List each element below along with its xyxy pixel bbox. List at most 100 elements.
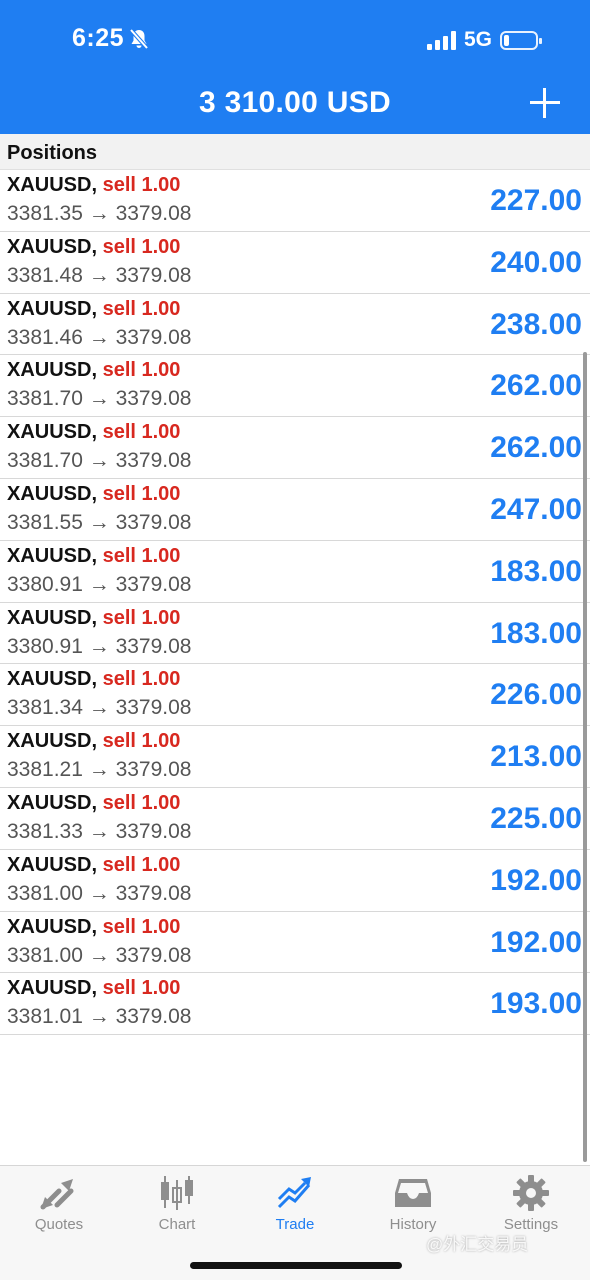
tab-quotes[interactable]: Quotes (0, 1174, 118, 1244)
position-title: XAUUSD, sell 1.00 (7, 977, 180, 1000)
position-side: sell 1.00 (102, 915, 181, 938)
position-title: XAUUSD, sell 1.00 (7, 298, 180, 321)
position-prices: 3381.35 → 3379.08 (7, 202, 192, 225)
position-title: XAUUSD, sell 1.00 (7, 854, 180, 877)
top-bar: 6:25 5G 3 310.00 USD (0, 0, 590, 134)
position-title: XAUUSD, sell 1.00 (7, 483, 180, 506)
position-title: XAUUSD, sell 1.00 (7, 421, 180, 444)
position-title: XAUUSD, sell 1.00 (7, 730, 180, 753)
position-side: sell 1.00 (102, 174, 181, 196)
tab-chart-label: Chart (158, 1216, 196, 1233)
position-profit: 183.00 (490, 554, 582, 588)
position-title: XAUUSD, sell 1.00 (7, 792, 180, 815)
position-side: sell 1.00 (102, 791, 181, 814)
positions-header: Positions (0, 134, 590, 170)
position-side: sell 1.00 (102, 668, 181, 691)
tab-trade[interactable]: Trade (236, 1174, 354, 1244)
position-profit: 225.00 (490, 801, 582, 835)
position-profit: 213.00 (490, 740, 582, 774)
position-row[interactable]: XAUUSD, sell 1.00 3381.00 → 3379.08 192.00 (0, 912, 590, 974)
position-side: sell 1.00 (102, 482, 181, 505)
position-row[interactable]: XAUUSD, sell 1.00 3381.00 → 3379.08 192.00 (0, 850, 590, 912)
position-symbol: XAUUSD, (7, 174, 98, 196)
position-prices: 3381.34 → 3379.08 (7, 696, 192, 720)
position-symbol: XAUUSD, (7, 421, 98, 444)
position-prices: 3381.01 → 3379.08 (7, 1005, 192, 1029)
position-profit: 193.00 (490, 987, 582, 1021)
position-row[interactable]: XAUUSD, sell 1.00 3381.34 → 3379.08 226.00 (0, 664, 590, 727)
position-row[interactable]: XAUUSD, sell 1.00 3381.70 → 3379.08 262.00 (0, 355, 590, 418)
position-row[interactable]: XAUUSD, sell 1.00 3381.70 → 3379.08 262.00 (0, 417, 590, 479)
position-symbol: XAUUSD, (7, 606, 98, 629)
position-profit: 262.00 (490, 369, 582, 403)
position-title: XAUUSD, sell 1.00 (7, 236, 180, 259)
positions-list: XAUUSD, sell 1.00 3381.35 → 3379.08 227.00… (0, 170, 590, 1036)
position-prices: 3381.55 → 3379.08 (7, 510, 192, 534)
position-side: sell 1.00 (102, 730, 181, 753)
status-time: 6:25 (72, 24, 125, 52)
position-prices: 3381.70 → 3379.08 (7, 387, 192, 411)
position-side: sell 1.00 (102, 235, 181, 258)
tab-chart[interactable]: Chart (118, 1174, 236, 1244)
position-title: XAUUSD, sell 1.00 (7, 668, 180, 691)
inbox-tray-icon (395, 1179, 431, 1207)
position-row[interactable]: XAUUSD, sell 1.00 3380.91 → 3379.08 183.00 (0, 603, 590, 665)
position-row[interactable]: XAUUSD, sell 1.00 3381.35 → 3379.08 227.00 (0, 170, 590, 232)
position-symbol: XAUUSD, (7, 915, 98, 938)
position-title: XAUUSD, sell 1.00 (7, 174, 180, 197)
position-profit: 192.00 (490, 863, 582, 897)
tab-quotes-label: Quotes (34, 1216, 84, 1233)
position-prices: 3381.70 → 3379.08 (7, 449, 192, 473)
position-profit: 247.00 (490, 492, 582, 526)
position-profit: 192.00 (490, 925, 582, 959)
position-profit: 238.00 (490, 307, 582, 341)
position-symbol: XAUUSD, (7, 359, 98, 382)
positions-title: Positions (7, 142, 98, 164)
position-prices: 3380.91 → 3379.08 (7, 572, 192, 596)
position-row[interactable]: XAUUSD, sell 1.00 3381.55 → 3379.08 247.00 (0, 479, 590, 541)
position-symbol: XAUUSD, (7, 235, 98, 258)
position-row[interactable]: XAUUSD, sell 1.00 3381.33 → 3379.08 225.00 (0, 788, 590, 850)
scrollbar[interactable] (583, 352, 587, 1162)
position-side: sell 1.00 (102, 421, 181, 444)
position-profit: 227.00 (490, 184, 582, 217)
position-side: sell 1.00 (102, 606, 181, 629)
position-row[interactable]: XAUUSD, sell 1.00 3381.21 → 3379.08 213.00 (0, 726, 590, 788)
position-symbol: XAUUSD, (7, 730, 98, 753)
position-prices: 3381.33 → 3379.08 (7, 819, 192, 843)
quotes-arrows-icon (40, 1179, 74, 1210)
position-prices: 3381.00 → 3379.08 (7, 943, 192, 967)
position-profit: 262.00 (490, 431, 582, 465)
position-prices: 3381.48 → 3379.08 (7, 263, 192, 287)
position-symbol: XAUUSD, (7, 791, 98, 814)
position-symbol: XAUUSD, (7, 297, 98, 320)
position-prices: 3381.46 → 3379.08 (7, 325, 192, 349)
position-prices: 3380.91 → 3379.08 (7, 634, 192, 658)
position-profit: 226.00 (490, 678, 582, 712)
position-side: sell 1.00 (102, 977, 181, 1000)
position-profit: 183.00 (490, 616, 582, 650)
position-row[interactable]: XAUUSD, sell 1.00 3381.46 → 3379.08 238.00 (0, 294, 590, 356)
watermark: @外汇交易员 (426, 1235, 529, 1254)
network-type: 5G (463, 28, 492, 51)
bell-slash-icon (129, 28, 149, 50)
plus-icon[interactable] (530, 88, 560, 118)
battery-icon (500, 30, 542, 50)
status-indicators: 5G (426, 28, 542, 52)
position-symbol: XAUUSD, (7, 853, 98, 876)
position-side: sell 1.00 (102, 853, 181, 876)
position-symbol: XAUUSD, (7, 544, 98, 567)
position-row[interactable]: XAUUSD, sell 1.00 3381.48 → 3379.08 240.00 (0, 232, 590, 294)
position-title: XAUUSD, sell 1.00 (7, 916, 180, 939)
position-profit: 240.00 (490, 245, 582, 279)
position-title: XAUUSD, sell 1.00 (7, 545, 180, 568)
position-row[interactable]: XAUUSD, sell 1.00 3381.01 → 3379.08 193.00 (0, 973, 590, 1036)
signal-icon (426, 30, 456, 50)
position-prices: 3381.00 → 3379.08 (7, 881, 192, 905)
position-row[interactable]: XAUUSD, sell 1.00 3380.91 → 3379.08 183.00 (0, 541, 590, 603)
tab-trade-label: Trade (275, 1216, 315, 1233)
position-symbol: XAUUSD, (7, 668, 98, 691)
home-indicator[interactable] (190, 1262, 402, 1269)
candlestick-icon (161, 1176, 193, 1210)
trade-trend-icon (277, 1177, 311, 1209)
